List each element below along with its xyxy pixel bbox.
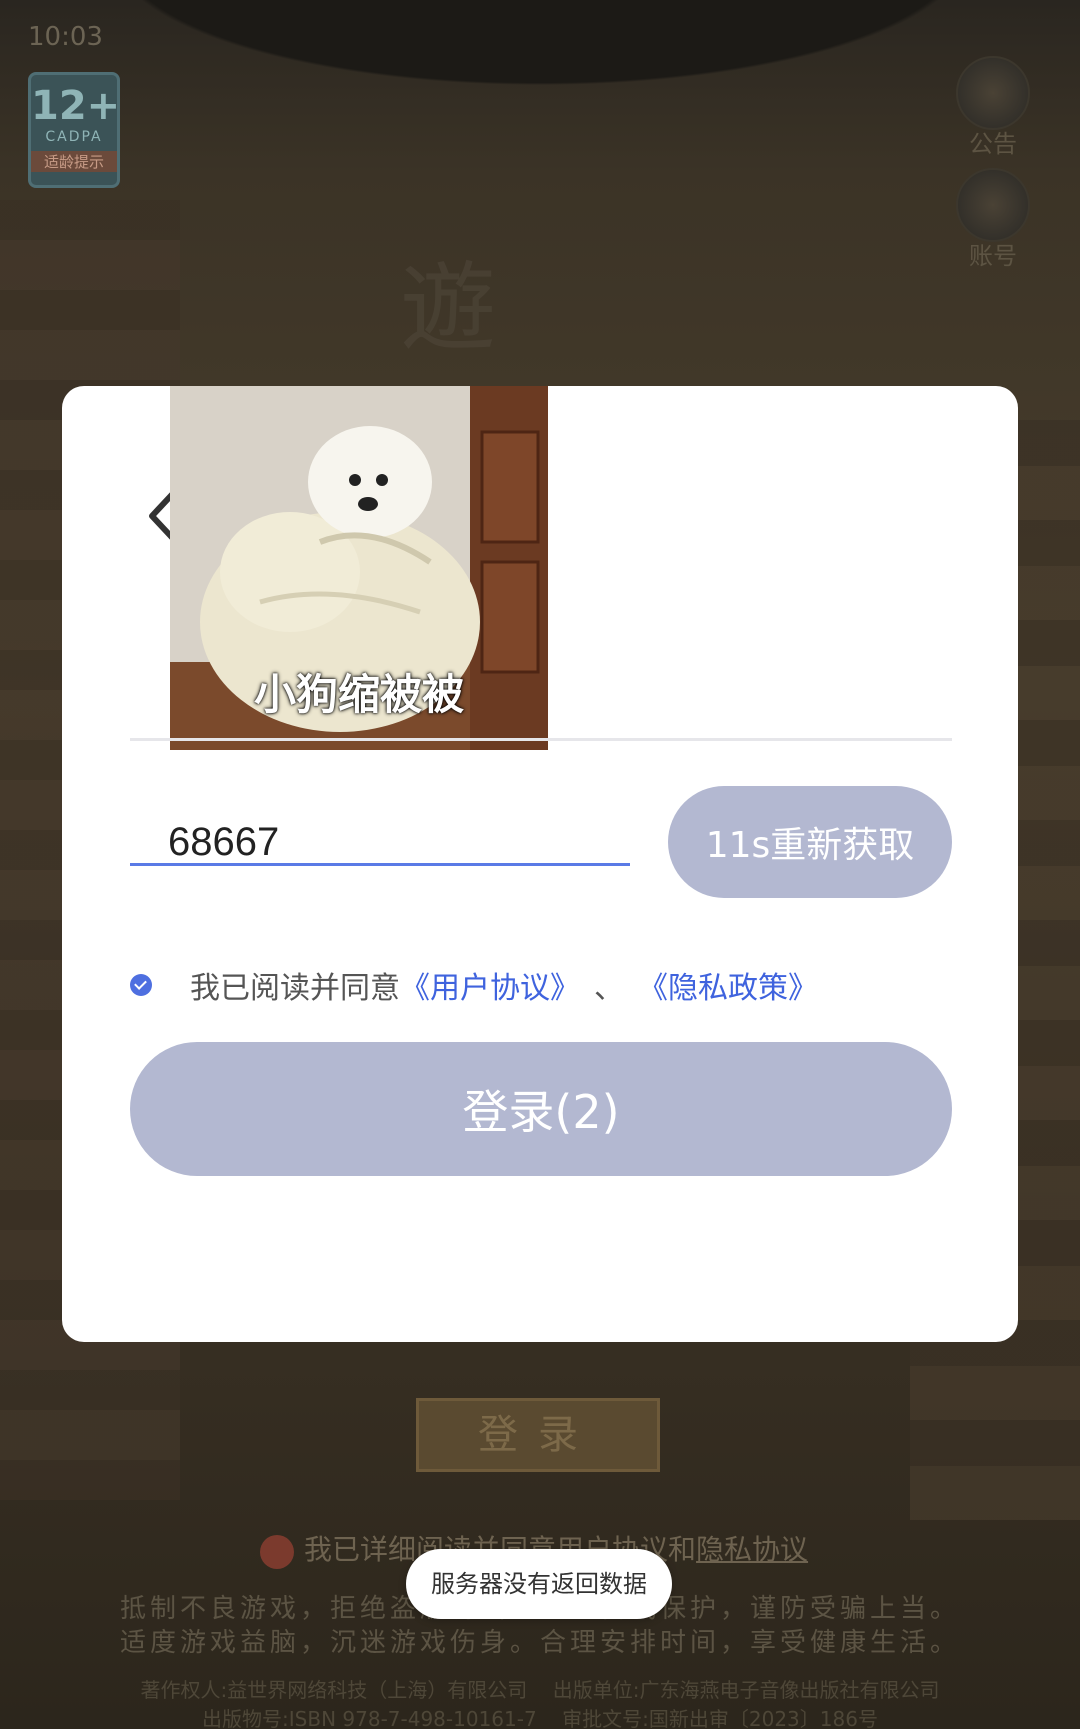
background-check-icon <box>260 1534 294 1569</box>
background-and: 和 <box>668 1533 697 1566</box>
sticker-image: 小狗缩被被 <box>170 386 548 750</box>
login-modal: 小狗缩被被 68667 11s重新获取 我已阅读并同意 《用户协议》 、 《隐私… <box>62 386 1018 1342</box>
game-logo: 遊 <box>400 252 496 364</box>
background-privacy-agreement: 隐私协议 <box>696 1533 809 1566</box>
verification-code-input[interactable] <box>130 776 630 866</box>
age-rating-org: CADPA <box>45 129 103 145</box>
notice-button[interactable]: 公告 <box>948 56 1038 158</box>
sticker-caption: 小狗缩被被 <box>253 670 464 719</box>
credits-copyright: 著作权人:益世界网络科技（上海）有限公司 <box>140 1678 528 1702</box>
age-rating-badge[interactable]: 12+ CADPA 适龄提示 <box>28 72 120 188</box>
login-button[interactable]: 登录(2) <box>130 1042 952 1176</box>
account-button[interactable]: 账号 <box>948 168 1038 270</box>
status-time: 10:03 <box>28 22 103 52</box>
privacy-policy-link[interactable]: 《隐私政策》 <box>638 963 818 1007</box>
game-login-screen: 10:03 12+ CADPA 适龄提示 公告 账号 遊 登录 我已详细阅读并同… <box>0 0 1080 1729</box>
health-notice-line-2: 适度游戏益脑，沉迷游戏伤身。合理安排时间，享受健康生活。 <box>119 1628 960 1658</box>
account-label: 账号 <box>969 242 1017 270</box>
credits-line-1: 著作权人:益世界网络科技（上海）有限公司 出版单位:广东海燕电子音像出版社有限公… <box>0 1674 1080 1703</box>
age-rating: 12+ <box>31 83 121 129</box>
credits-isbn: 出版物号:ISBN 978-7-498-10161-7 <box>202 1707 537 1729</box>
background-arch <box>0 0 1080 120</box>
notice-icon <box>956 56 1030 130</box>
agreement-separator: 、 <box>594 971 624 1006</box>
age-rating-tip: 适龄提示 <box>31 151 117 172</box>
user-agreement-link[interactable]: 《用户协议》 <box>400 963 580 1007</box>
notice-label: 公告 <box>969 130 1017 158</box>
credits-approval: 审批文号:国新出审〔2023〕186号 <box>562 1707 878 1729</box>
agreement-row: 我已阅读并同意 《用户协议》 、 《隐私政策》 <box>130 960 818 1010</box>
agreement-check-icon[interactable] <box>130 974 152 996</box>
credits-line-2: 出版物号:ISBN 978-7-498-10161-7 审批文号:国新出审〔20… <box>0 1703 1080 1729</box>
background-login-button: 登录 <box>416 1398 660 1472</box>
error-toast: 服务器没有返回数据 <box>406 1549 672 1619</box>
credits-publisher: 出版单位:广东海燕电子音像出版社有限公司 <box>552 1678 940 1702</box>
phone-field-divider <box>130 738 952 741</box>
resend-code-button[interactable]: 11s重新获取 <box>668 786 952 898</box>
account-icon <box>956 168 1030 242</box>
agreement-text: 我已阅读并同意 <box>190 971 400 1006</box>
